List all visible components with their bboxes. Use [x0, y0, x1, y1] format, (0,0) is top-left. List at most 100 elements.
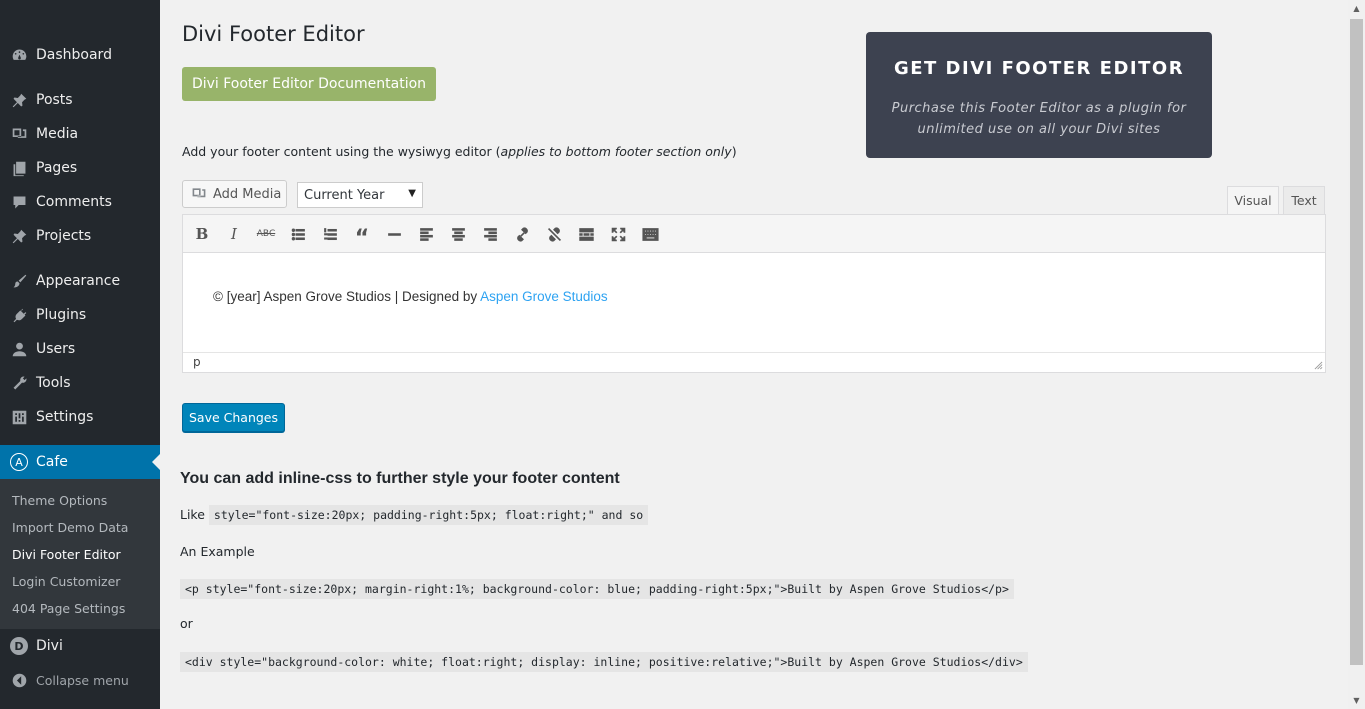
horizontal-line-icon[interactable]	[383, 224, 405, 244]
like-label: Like	[180, 507, 205, 522]
sidebar-item-label: Projects	[36, 228, 92, 244]
sidebar-item-label: Plugins	[36, 307, 87, 323]
italic-icon[interactable]: I	[223, 224, 245, 244]
sidebar-item-tools[interactable]: Tools	[0, 366, 160, 400]
cafe-submenu: Theme Options Import Demo Data Divi Foot…	[0, 479, 160, 629]
comment-icon	[10, 193, 28, 211]
intro-text-main: Add your footer content using the wysiwy…	[182, 144, 501, 159]
strikethrough-icon[interactable]: ABC	[255, 224, 277, 244]
footer-link[interactable]: Aspen Grove Studios	[480, 289, 608, 304]
toolbar-toggle-icon[interactable]	[639, 224, 661, 244]
sidebar-item-label: Pages	[36, 160, 78, 176]
editor-toolbar: B I ABC “	[183, 215, 1325, 253]
sidebar-item-appearance[interactable]: Appearance	[0, 264, 160, 298]
pin-icon	[10, 227, 28, 245]
pages-icon	[10, 159, 28, 177]
align-left-icon[interactable]	[415, 224, 437, 244]
sidebar-item-label: Appearance	[36, 273, 121, 289]
collapse-menu-label: Collapse menu	[36, 672, 129, 688]
footer-text: © [year] Aspen Grove Studios | Designed …	[213, 289, 481, 304]
sidebar-item-label: Dashboard	[36, 47, 112, 63]
intro-text: Add your footer content using the wysiwy…	[182, 144, 737, 159]
documentation-button[interactable]: Divi Footer Editor Documentation	[182, 67, 436, 101]
sidebar-item-label: Media	[36, 126, 79, 142]
page-title: Divi Footer Editor	[182, 22, 365, 46]
pin-icon	[10, 91, 28, 109]
sidebar-item-label: Settings	[36, 409, 94, 425]
unlink-icon[interactable]	[543, 224, 565, 244]
scrollbar-thumb[interactable]	[1350, 19, 1363, 665]
sidebar-item-users[interactable]: Users	[0, 332, 160, 366]
dashboard-icon	[10, 46, 28, 64]
collapse-menu-button[interactable]: Collapse menu	[0, 663, 160, 697]
add-media-button[interactable]: Add Media	[182, 180, 287, 208]
example-code-line: <p style="font-size:20px; margin-right:1…	[180, 578, 1014, 599]
admin-sidebar: Dashboard Posts Media Pages Comments Pro…	[0, 0, 160, 709]
year-select[interactable]: Current Year ▼	[297, 182, 423, 208]
year-select-value: Current Year	[304, 187, 385, 203]
scroll-down-icon[interactable]: ▼	[1348, 692, 1365, 709]
sidebar-item-plugins[interactable]: Plugins	[0, 298, 160, 332]
sidebar-item-label: Posts	[36, 92, 73, 108]
add-media-label: Add Media	[213, 186, 282, 202]
sidebar-item-dashboard[interactable]: Dashboard	[0, 38, 160, 72]
collapse-arrow-icon	[10, 671, 28, 689]
submenu-login-customizer[interactable]: Login Customizer	[12, 574, 120, 589]
or-code: <div style="background-color: white; flo…	[180, 652, 1028, 672]
tab-text[interactable]: Text	[1283, 186, 1325, 215]
align-right-icon[interactable]	[479, 224, 501, 244]
sidebar-item-comments[interactable]: Comments	[0, 185, 160, 219]
divi-logo-icon: D	[10, 637, 28, 655]
submenu-theme-options[interactable]: Theme Options	[12, 493, 107, 508]
main-content: Divi Footer Editor Divi Footer Editor Do…	[160, 0, 1348, 709]
plugin-icon	[10, 306, 28, 324]
example-code: <p style="font-size:20px; margin-right:1…	[180, 579, 1014, 599]
media-icon	[192, 188, 206, 198]
editor-status-path: p	[183, 352, 1325, 372]
sidebar-item-pages[interactable]: Pages	[0, 151, 160, 185]
read-more-icon[interactable]	[575, 224, 597, 244]
media-icon	[10, 125, 28, 143]
page-scrollbar[interactable]: ▲ ▼	[1348, 0, 1365, 709]
wrench-icon	[10, 374, 28, 392]
blockquote-icon[interactable]: “	[351, 224, 373, 251]
wysiwyg-editor: B I ABC “ © [year] Aspen Grove Studios |…	[182, 214, 1326, 373]
or-code-line: <div style="background-color: white; flo…	[180, 651, 1028, 672]
numbered-list-icon[interactable]	[319, 224, 341, 244]
sidebar-item-label: Comments	[36, 194, 112, 210]
submenu-404-page-settings[interactable]: 404 Page Settings	[12, 601, 125, 616]
bullet-list-icon[interactable]	[287, 224, 309, 244]
submenu-import-demo-data[interactable]: Import Demo Data	[12, 520, 128, 535]
intro-text-close: )	[731, 144, 737, 159]
sidebar-item-label: Cafe	[36, 454, 68, 470]
scroll-up-icon[interactable]: ▲	[1348, 0, 1365, 17]
user-icon	[10, 340, 28, 358]
inline-css-heading: You can add inline-css to further style …	[180, 470, 620, 487]
save-changes-button[interactable]: Save Changes	[182, 403, 285, 432]
sidebar-item-settings[interactable]: Settings	[0, 400, 160, 434]
fullscreen-icon[interactable]	[607, 224, 629, 244]
dropdown-arrow-icon: ▼	[408, 188, 416, 199]
resize-handle-icon[interactable]	[1314, 361, 1323, 370]
tab-visual[interactable]: Visual	[1227, 186, 1279, 215]
link-icon[interactable]	[511, 224, 533, 244]
sidebar-item-projects[interactable]: Projects	[0, 219, 160, 253]
promo-text: Purchase this Footer Editor as a plugin …	[891, 101, 1187, 137]
or-label: or	[180, 616, 193, 631]
brush-icon	[10, 272, 28, 290]
sidebar-item-media[interactable]: Media	[0, 117, 160, 151]
example-label: An Example	[180, 544, 255, 559]
like-line: Like style="font-size:20px; padding-righ…	[180, 505, 649, 525]
promo-title: GET DIVI FOOTER EDITOR	[893, 58, 1185, 79]
sidebar-item-divi[interactable]: D Divi	[0, 629, 160, 663]
like-code: style="font-size:20px; padding-right:5px…	[208, 505, 649, 525]
bold-icon[interactable]: B	[191, 224, 213, 244]
promo-box[interactable]: GET DIVI FOOTER EDITOR Purchase this Foo…	[866, 32, 1212, 158]
editor-content[interactable]: © [year] Aspen Grove Studios | Designed …	[213, 289, 608, 304]
sidebar-item-label: Users	[36, 341, 76, 357]
sidebar-item-label: Tools	[36, 375, 71, 391]
sidebar-item-posts[interactable]: Posts	[0, 83, 160, 117]
submenu-divi-footer-editor[interactable]: Divi Footer Editor	[12, 547, 121, 562]
align-center-icon[interactable]	[447, 224, 469, 244]
sidebar-item-cafe[interactable]: A Cafe	[0, 445, 160, 479]
